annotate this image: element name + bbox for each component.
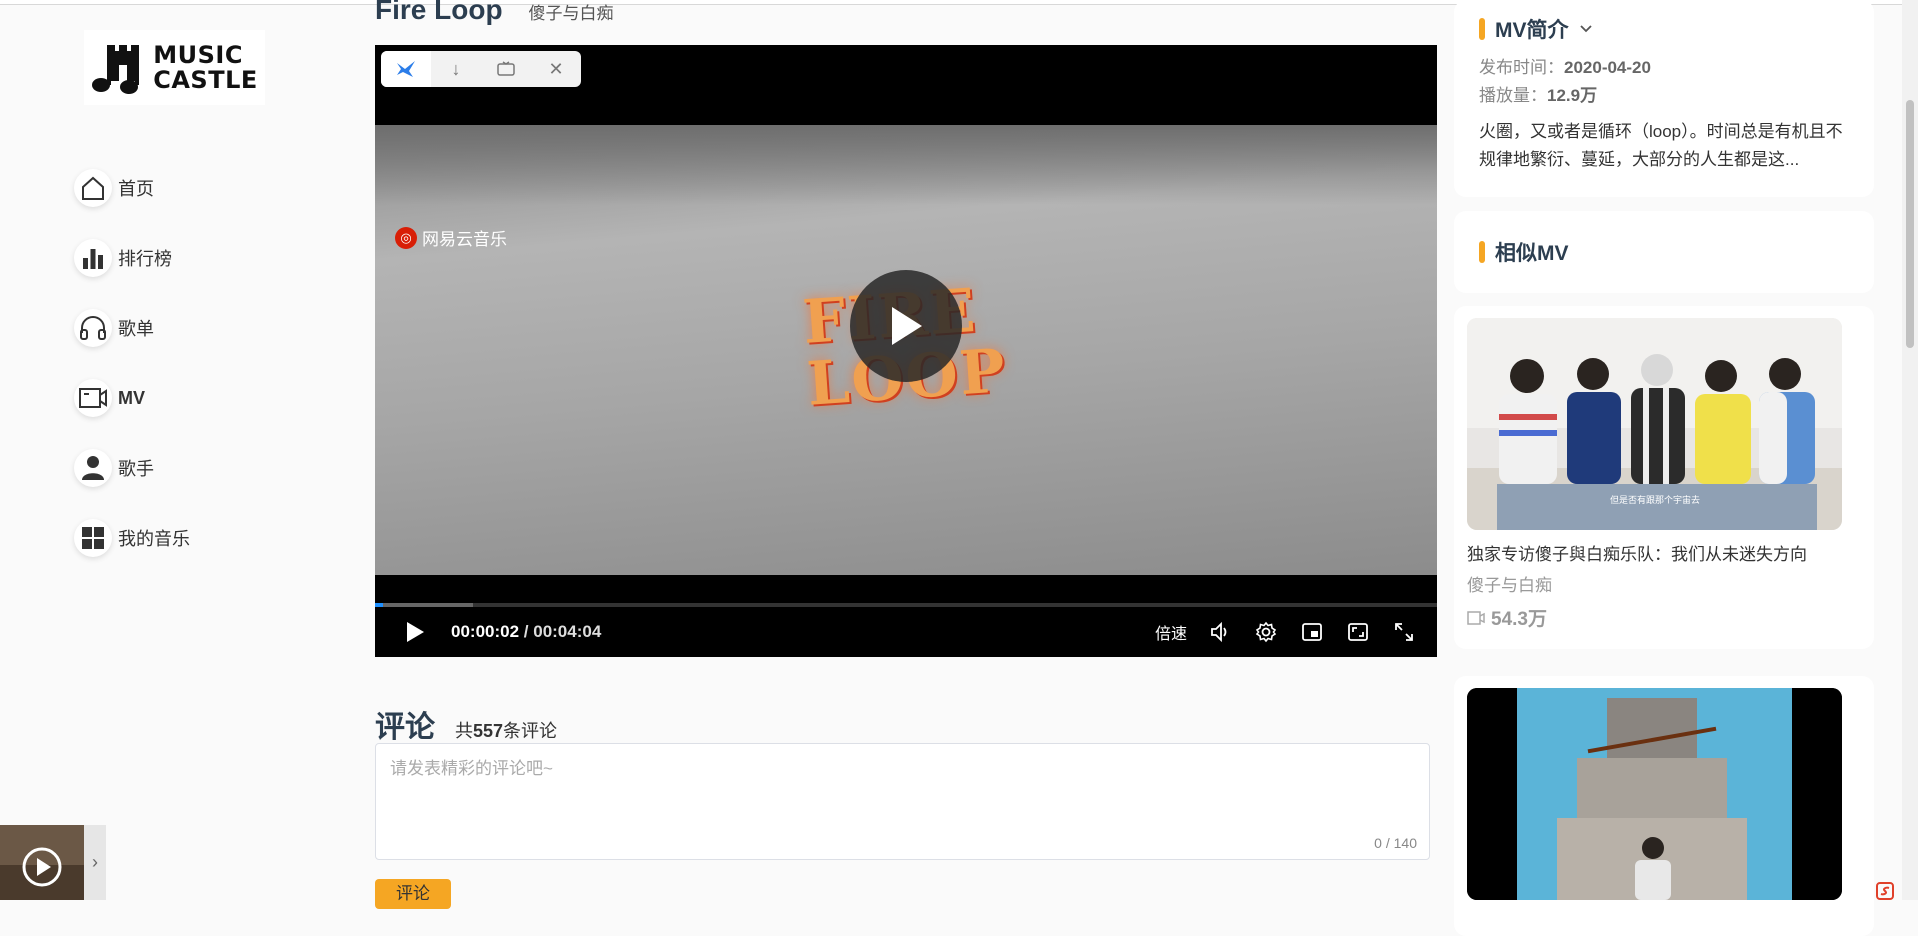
- intro-title: MV简介: [1495, 19, 1569, 42]
- similar-title: 相似MV: [1495, 242, 1569, 265]
- accent-bar: [1479, 18, 1485, 40]
- tv-icon[interactable]: [481, 51, 531, 87]
- mv-singer[interactable]: 傻子与白痴: [1467, 571, 1861, 596]
- time-display: 00:00:02 / 00:04:04: [451, 622, 601, 642]
- grid-icon: [74, 519, 112, 557]
- sidebar-item-label: 首页: [118, 179, 154, 199]
- release-date-row: 发布时间：2020-04-20: [1479, 54, 1849, 82]
- mv-artist-link[interactable]: 傻子与白痴: [529, 0, 614, 24]
- duration: 00:04:04: [533, 622, 602, 641]
- logo-line-2: CASTLE: [153, 65, 258, 94]
- close-icon[interactable]: ✕: [531, 51, 581, 87]
- release-date-label: 发布时间：: [1479, 58, 1564, 77]
- chevron-down-icon[interactable]: [1579, 24, 1593, 34]
- sidebar-item-label: MV: [118, 387, 145, 408]
- big-play-button[interactable]: [850, 270, 962, 382]
- netease-logo-icon: ◎: [395, 226, 417, 249]
- floating-video-toolbar: ↓ ✕: [381, 51, 581, 87]
- sidebar-item-home[interactable]: 首页: [74, 153, 334, 223]
- mv-intro-card: MV简介 发布时间：2020-04-20 播放量：12.9万 火圈，又或者是循环…: [1454, 0, 1874, 197]
- sidebar-item-label: 排行榜: [118, 249, 172, 269]
- home-icon: [74, 169, 112, 207]
- count-prefix: 共: [455, 721, 473, 741]
- fullscreen-icon[interactable]: [1391, 619, 1417, 645]
- similar-mv-header-card: 相似MV: [1454, 211, 1874, 293]
- sidebar-item-mv[interactable]: MV: [74, 363, 334, 433]
- accent-bar: [1479, 241, 1485, 263]
- video-watermark: ◎ 网易云音乐: [395, 225, 507, 250]
- mv-thumbnail[interactable]: [1467, 688, 1842, 900]
- comment-input-box: 0 / 140: [375, 743, 1430, 860]
- sidebar-item-playlists[interactable]: 歌单: [74, 293, 334, 363]
- page-scrollbar[interactable]: [1902, 0, 1918, 900]
- mv-play-count: 54.3万: [1467, 604, 1861, 631]
- watermark-text: 网易云音乐: [422, 230, 507, 249]
- logo-line-1: MUSIC: [153, 40, 243, 69]
- sidebar-item-artists[interactable]: 歌手: [74, 433, 334, 503]
- comment-count: 共557条评论: [455, 717, 557, 743]
- speed-button[interactable]: 倍速: [1155, 620, 1187, 644]
- mv-title-row: Fire Loop 傻子与白痴: [375, 0, 614, 26]
- person-icon: [74, 449, 112, 487]
- play-button[interactable]: [397, 614, 433, 650]
- sidebar-item-my-music[interactable]: 我的音乐: [74, 503, 334, 573]
- player-controls-right: 倍速: [1155, 619, 1417, 645]
- intro-header[interactable]: MV简介: [1479, 14, 1849, 44]
- char-counter: 0 / 140: [1374, 835, 1417, 851]
- castle-note-icon: [92, 44, 140, 94]
- picture-in-picture-icon[interactable]: [1299, 619, 1325, 645]
- sidebar-item-rankings[interactable]: 排行榜: [74, 223, 334, 293]
- comments-title: 评论: [375, 711, 435, 744]
- mv-thumbnail[interactable]: 但是否有跟那个宇宙去: [1467, 318, 1842, 530]
- count-value: 557: [473, 721, 504, 741]
- sidebar-item-label: 我的音乐: [118, 529, 190, 549]
- play-icon: [407, 622, 424, 642]
- web-fullscreen-icon[interactable]: [1345, 619, 1371, 645]
- count-suffix: 条评论: [503, 721, 558, 741]
- similar-mv-card[interactable]: 但是否有跟那个宇宙去 独家专访傻子與白痴乐队：我们从未迷失方向 傻子与白痴 54…: [1454, 306, 1874, 649]
- volume-icon[interactable]: [1207, 619, 1233, 645]
- release-date: 2020-04-20: [1564, 58, 1651, 77]
- video-icon: [1467, 610, 1485, 625]
- scrollbar-thumb[interactable]: [1906, 100, 1914, 348]
- mv-title: Fire Loop: [375, 0, 503, 25]
- logo-text: MUSIC CASTLE: [153, 40, 258, 94]
- video-camera-icon: [74, 379, 112, 417]
- video-player[interactable]: ◎ 网易云音乐 FIRE LOOP ↓ ✕ 00:00:02 / 00:04:0…: [375, 45, 1437, 657]
- thumbnail-caption: 但是否有跟那个宇宙去: [1610, 494, 1700, 506]
- play-count: 12.9万: [1547, 86, 1598, 105]
- comments-header: 评论 共557条评论: [375, 702, 557, 746]
- sidebar-item-label: 歌手: [118, 459, 154, 479]
- chart-bars-icon: [74, 239, 112, 277]
- site-logo[interactable]: MUSIC CASTLE: [84, 30, 265, 105]
- play-count-value: 54.3万: [1491, 609, 1547, 630]
- current-time: 00:00:02: [451, 622, 520, 641]
- mini-player-cover[interactable]: [0, 825, 84, 900]
- mv-name[interactable]: 独家专访傻子與白痴乐队：我们从未迷失方向: [1467, 540, 1861, 565]
- play-count-row: 播放量：12.9万: [1479, 82, 1849, 110]
- sidebar-nav: 首页 排行榜 歌单 MV 歌手 我的音乐: [74, 153, 334, 573]
- headphones-icon: [74, 309, 112, 347]
- time-separator: /: [519, 622, 534, 641]
- play-count-label: 播放量：: [1479, 86, 1547, 105]
- similar-header: 相似MV: [1479, 237, 1569, 267]
- submit-comment-button[interactable]: 评论: [375, 879, 451, 909]
- bird-icon[interactable]: [381, 51, 431, 87]
- mini-player-expand-icon[interactable]: ›: [84, 825, 106, 900]
- ime-icon: [1876, 882, 1894, 900]
- download-icon[interactable]: ↓: [431, 51, 481, 87]
- gear-icon[interactable]: [1253, 619, 1279, 645]
- mv-description: 火圈，又或者是循环（loop）。时间总是有机且不规律地繁衍、蔓延，大部分的人生都…: [1479, 122, 1843, 169]
- sidebar-item-label: 歌单: [118, 319, 154, 339]
- player-controls: 00:00:02 / 00:04:04 倍速: [375, 607, 1437, 657]
- play-icon: [892, 307, 922, 345]
- comment-input[interactable]: [376, 744, 1429, 859]
- similar-mv-card[interactable]: [1454, 676, 1874, 936]
